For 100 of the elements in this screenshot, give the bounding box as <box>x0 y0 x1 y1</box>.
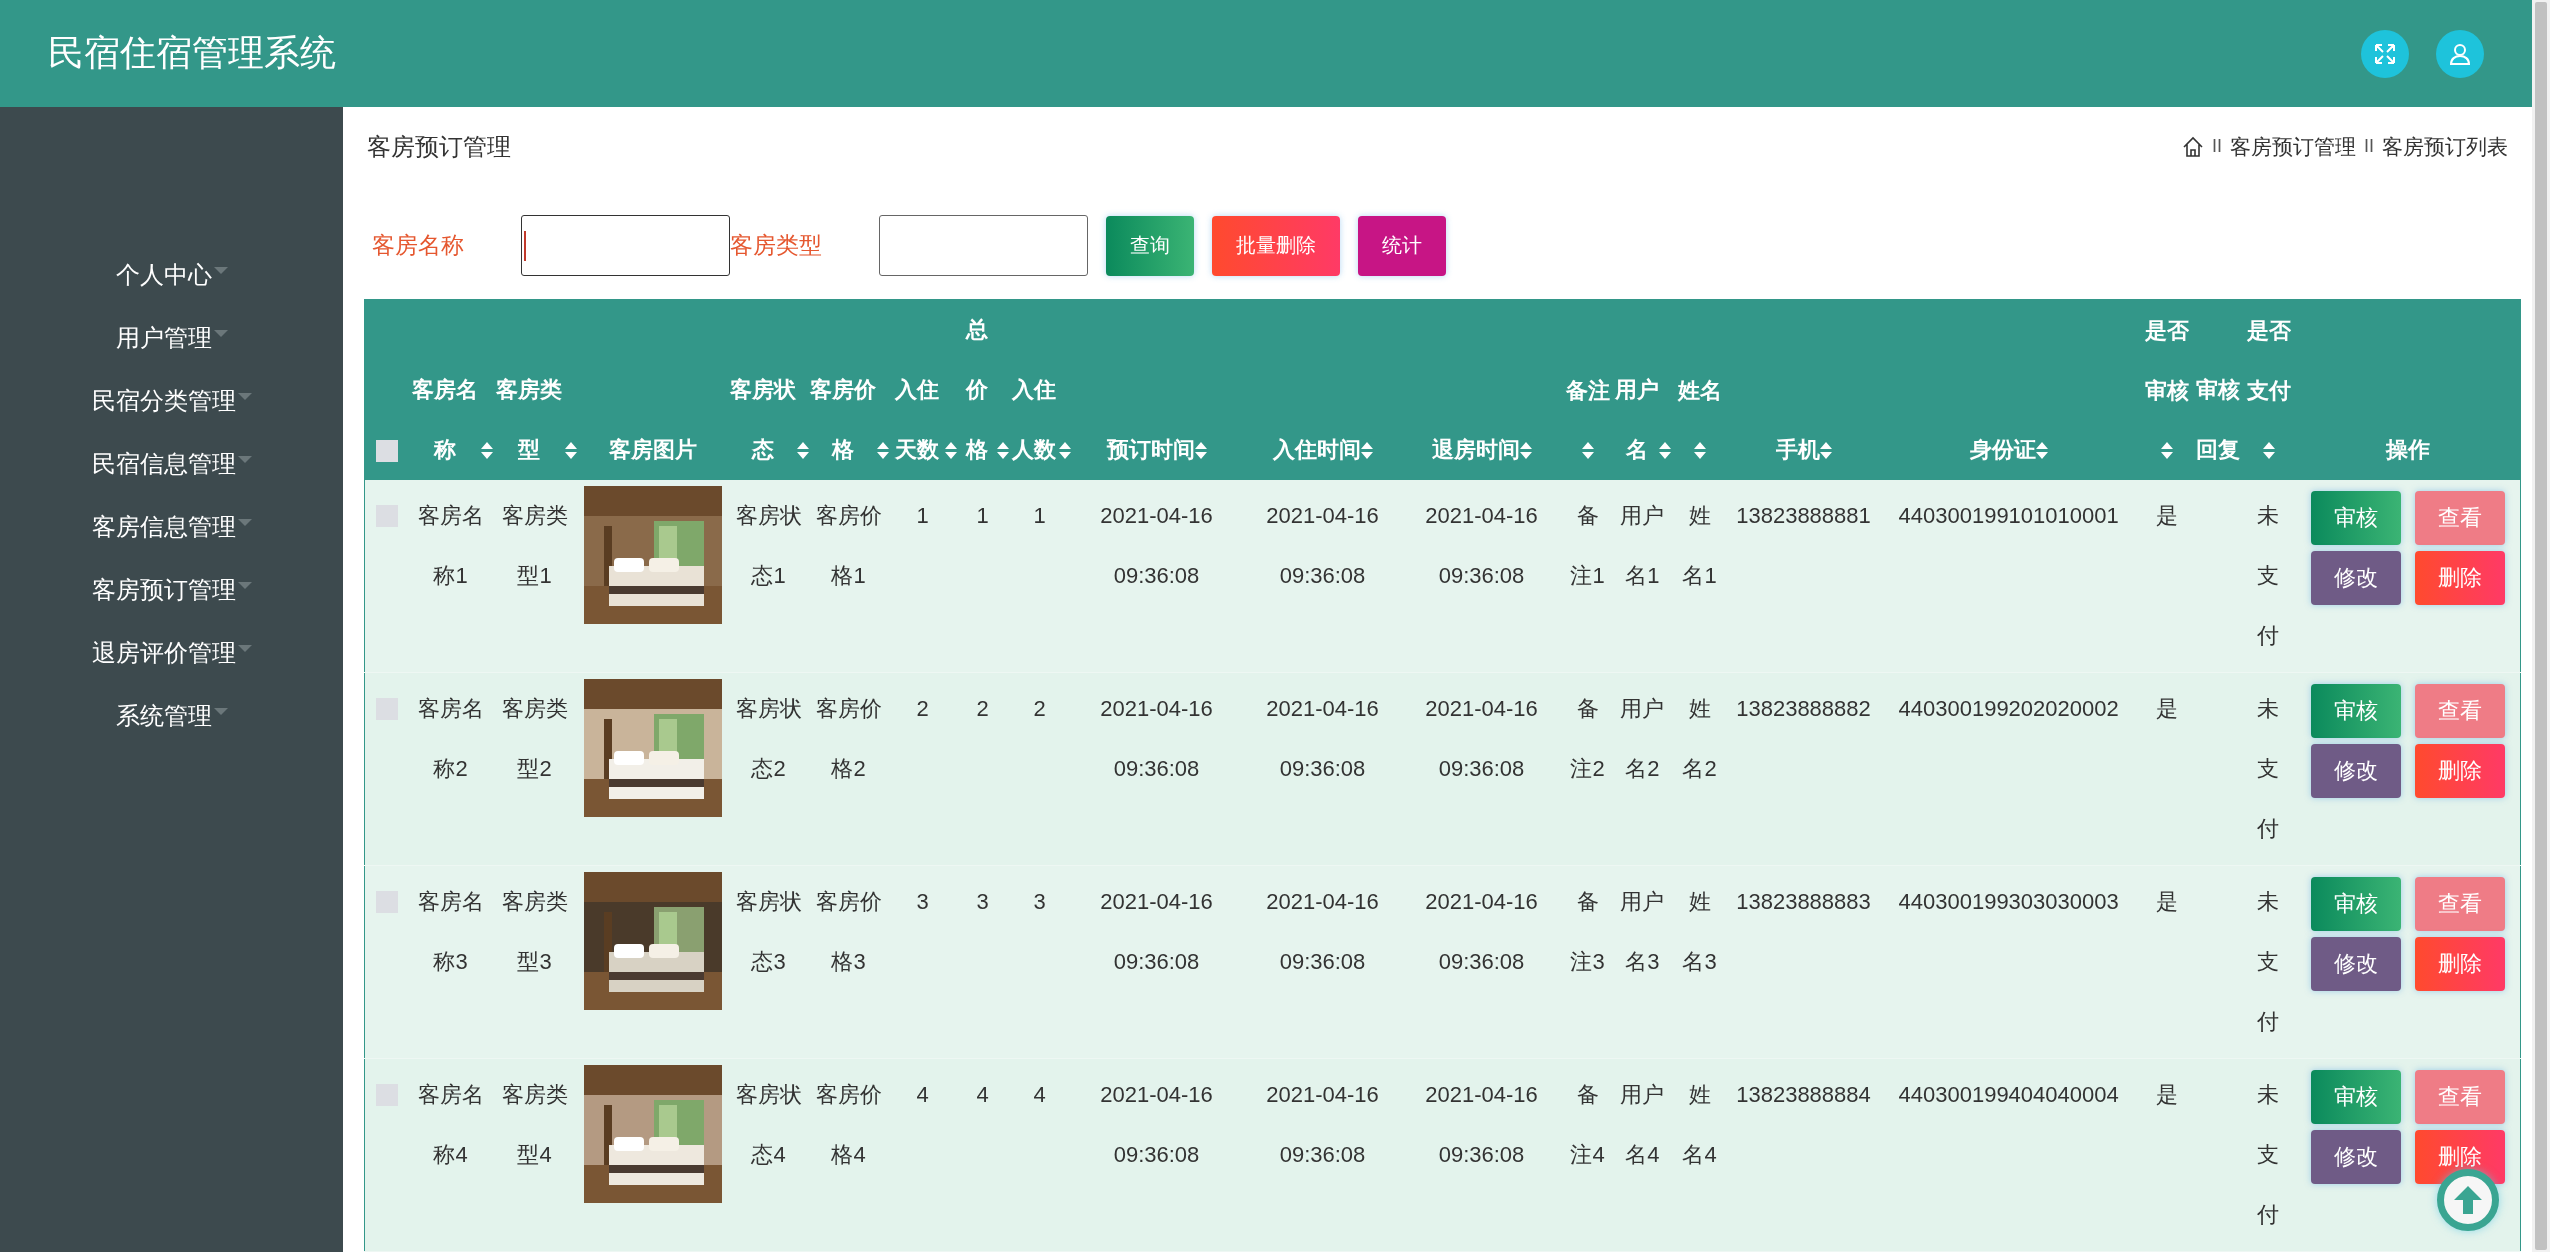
table-cell-text: 2021-04-16 09:36:08 <box>1265 695 1380 783</box>
column-header[interactable]: 入住人数 <box>1008 360 1059 480</box>
sidebar-item[interactable]: 客房信息管理 <box>91 510 236 543</box>
sidebar-item[interactable]: 系统管理 <box>115 699 212 732</box>
sort-icon[interactable] <box>876 442 889 459</box>
view-button[interactable]: 查看 <box>2415 684 2506 738</box>
sidebar-item[interactable]: 个人中心 <box>115 258 212 291</box>
column-header[interactable]: 预订时间 <box>1106 420 1195 480</box>
table-cell-text: 2 <box>916 695 929 723</box>
table-cell-text: 2021-04-16 09:36:08 <box>1424 502 1539 590</box>
column-header[interactable]: 是否审核 <box>2141 301 2192 421</box>
column-header[interactable]: 客房状态 <box>728 360 797 480</box>
edit-button[interactable]: 修改 <box>2311 744 2402 798</box>
batch-delete-button[interactable]: 批量删除 <box>1212 216 1340 276</box>
edit-button[interactable]: 修改 <box>2311 551 2402 605</box>
sort-icon[interactable] <box>1519 442 1532 459</box>
approve-button[interactable]: 审核 <box>2311 1070 2402 1124</box>
sort-icon[interactable] <box>1194 442 1207 459</box>
table-cell-text: 2021-04-16 09:36:08 <box>1099 502 1214 590</box>
table-cell-text: 姓名2 <box>1681 695 1718 783</box>
delete-button[interactable]: 删除 <box>2415 1130 2506 1184</box>
table-cell-text: 3 <box>916 888 929 916</box>
column-header[interactable]: 总价格 <box>956 300 997 480</box>
delete-button[interactable]: 删除 <box>2415 744 2506 798</box>
sort-icon[interactable] <box>1819 442 1832 459</box>
table-cell-text: 2 <box>976 695 989 723</box>
fullscreen-icon[interactable] <box>2361 29 2409 78</box>
sidebar-item[interactable]: 用户管理 <box>115 321 212 354</box>
column-header[interactable]: 手机 <box>1775 420 1820 480</box>
approve-button[interactable]: 审核 <box>2311 491 2402 545</box>
query-button[interactable]: 查询 <box>1106 216 1194 276</box>
column-header[interactable]: 入住天数 <box>888 360 945 480</box>
view-button[interactable]: 查看 <box>2415 1070 2506 1124</box>
home-icon[interactable] <box>2181 136 2204 158</box>
edit-button[interactable]: 修改 <box>2311 937 2402 991</box>
view-button[interactable]: 查看 <box>2415 877 2506 931</box>
sort-icon[interactable] <box>1360 442 1373 459</box>
column-header[interactable]: 用户名 <box>1614 360 1659 480</box>
sort-icon[interactable] <box>1693 442 1706 459</box>
edit-button[interactable]: 修改 <box>2311 1130 2402 1184</box>
sort-icon[interactable] <box>1581 442 1594 459</box>
stats-button[interactable]: 统计 <box>1358 216 1446 276</box>
delete-button[interactable]: 删除 <box>2415 551 2506 605</box>
column-header[interactable]: 客房名称 <box>408 360 481 480</box>
table-cell-text: 客房类型3 <box>500 888 569 976</box>
column-header[interactable]: 入住时间 <box>1272 420 1361 480</box>
sort-icon[interactable] <box>944 442 957 459</box>
table-cell-text: 备注1 <box>1569 502 1606 590</box>
table-cell-text: 3 <box>976 888 989 916</box>
delete-button[interactable]: 删除 <box>2415 937 2506 991</box>
table-cell-text: 是 <box>2155 695 2178 723</box>
sort-icon[interactable] <box>796 442 809 459</box>
table-cell-text: 是 <box>2155 1081 2178 1109</box>
approve-button[interactable]: 审核 <box>2311 877 2402 931</box>
table-cell-text: 2021-04-16 09:36:08 <box>1099 1081 1214 1169</box>
table-cell-text: 备注4 <box>1569 1081 1606 1169</box>
table-cell-text: 2021-04-16 09:36:08 <box>1099 695 1214 783</box>
sidebar-item[interactable]: 退房评价管理 <box>91 636 236 669</box>
table-cell-text: 未支付 <box>2256 888 2281 1036</box>
table-cell-text: 姓名1 <box>1681 502 1718 590</box>
column-header: 审核回复 <box>2194 376 2241 464</box>
page-title: 客房预订管理 <box>366 132 511 162</box>
caret-icon <box>237 644 252 653</box>
sidebar-item[interactable]: 民宿信息管理 <box>91 447 236 480</box>
table-cell-text: 1 <box>1033 502 1046 530</box>
input-field[interactable] <box>521 215 730 277</box>
sidebar-item[interactable]: 客房预订管理 <box>91 573 236 606</box>
sort-icon[interactable] <box>2035 442 2048 459</box>
column-header: 客房图片 <box>608 436 697 464</box>
breadcrumb-link[interactable]: 客房预订列表 <box>2382 133 2508 161</box>
breadcrumb-link[interactable]: 客房预订管理 <box>2230 133 2356 161</box>
table-cell-text: 1 <box>976 502 989 530</box>
column-header[interactable]: 备注 <box>1565 361 1610 421</box>
table-cell-text: 用户名1 <box>1619 502 1666 590</box>
table-cell-text: 姓名3 <box>1681 888 1718 976</box>
sort-icon[interactable] <box>2262 442 2275 459</box>
sidebar-item[interactable]: 民宿分类管理 <box>91 384 236 417</box>
column-header[interactable]: 姓名 <box>1677 361 1722 421</box>
table-cell-text: 未支付 <box>2256 1081 2281 1229</box>
sort-icon[interactable] <box>996 442 1009 459</box>
view-button[interactable]: 查看 <box>2415 491 2506 545</box>
column-header[interactable]: 客房类型 <box>492 360 565 480</box>
column-header[interactable]: 退房时间 <box>1431 420 1520 480</box>
user-icon[interactable] <box>2436 29 2484 78</box>
column-header[interactable]: 是否支付 <box>2243 301 2294 421</box>
table-cell-text: 2021-04-16 09:36:08 <box>1265 1081 1380 1169</box>
sort-icon[interactable] <box>480 442 493 459</box>
input-field[interactable] <box>879 215 1088 277</box>
table-cell-text: 440300199101010001 <box>1898 502 2119 530</box>
table-cell-text: 客房价格4 <box>814 1081 883 1169</box>
sort-icon[interactable] <box>1058 442 1071 459</box>
column-header[interactable]: 客房价格 <box>808 360 877 480</box>
checkbox[interactable] <box>375 440 398 462</box>
sort-icon[interactable] <box>564 442 577 459</box>
sort-icon[interactable] <box>1658 442 1671 459</box>
sort-icon[interactable] <box>2160 442 2173 459</box>
table-cell-text: 13823888882 <box>1736 695 1871 723</box>
approve-button[interactable]: 审核 <box>2311 684 2402 738</box>
scrollbar[interactable] <box>2532 0 2550 1252</box>
column-header[interactable]: 身份证 <box>1969 420 2036 480</box>
